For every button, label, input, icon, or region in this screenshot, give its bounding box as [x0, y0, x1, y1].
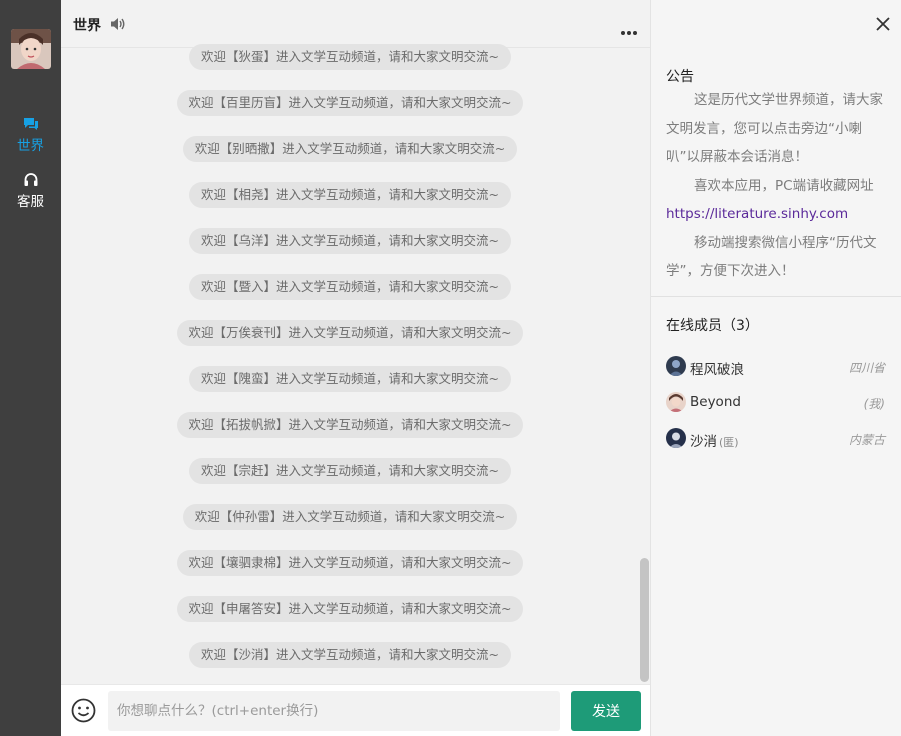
announcement-bookmark-text: 喜欢本应用，PC端请收藏网址 — [694, 177, 874, 194]
system-notice-text: 欢迎【别晒撒】进入文学互动频道，请和大家文明交流~ — [182, 136, 518, 162]
system-notice-text: 欢迎【仲孙雷】进入文学互动频道，请和大家文明交流~ — [182, 504, 518, 530]
speaker-icon[interactable] — [110, 16, 126, 32]
system-notice: 欢迎【仲孙雷】进入文学互动频道，请和大家文明交流~ — [61, 504, 639, 530]
member-avatar — [666, 428, 686, 448]
chat-panel: 世界 欢迎【狄蛋】进入文学互动频道，请和大家文明交流~ 欢迎【百里历盲】进入文学互… — [61, 0, 650, 736]
announcement-text: 这是历代文学世界频道，请大家文明发言，您可以点击旁边“小喇叭”以屏蔽本会话消息！ — [666, 92, 883, 165]
system-notice-text: 欢迎【百里历盲】进入文学互动频道，请和大家文明交流~ — [176, 90, 524, 116]
member-item[interactable]: Beyond (我) — [666, 391, 885, 413]
member-avatar — [666, 392, 686, 412]
user-avatar[interactable] — [11, 29, 51, 69]
nav-item-customer-service-label: 客服 — [17, 194, 44, 210]
system-notice: 欢迎【暨入】进入文学互动频道，请和大家文明交流~ — [61, 274, 639, 300]
system-notice: 欢迎【申屠答安】进入文学互动频道，请和大家文明交流~ — [61, 596, 639, 622]
system-notice-text: 欢迎【沙消】进入文学互动频道，请和大家文明交流~ — [189, 642, 511, 668]
system-notice: 欢迎【百里历盲】进入文学互动频道，请和大家文明交流~ — [61, 90, 639, 116]
announcement-title: 公告 — [666, 69, 694, 85]
system-notice: 欢迎【隗蛮】进入文学互动频道，请和大家文明交流~ — [61, 366, 639, 392]
member-location: (我) — [863, 397, 885, 411]
site-link[interactable]: https://literature.sinhy.com — [666, 206, 848, 222]
app-window: 世界 客服 世界 欢迎【狄蛋】进入文学互动频道，请和大家文明交流~ 欢迎【百里历… — [0, 0, 901, 736]
member-item[interactable]: 沙消 (匿) 内蒙古 — [666, 427, 885, 450]
system-notice: 欢迎【万俟衰刊】进入文学互动频道，请和大家文明交流~ — [61, 320, 639, 346]
system-notice: 欢迎【别晒撒】进入文学互动频道，请和大家文明交流~ — [61, 136, 639, 162]
system-notice-text: 欢迎【宗赶】进入文学互动频道，请和大家文明交流~ — [189, 458, 511, 484]
member-name: 程风破浪 — [690, 362, 744, 378]
send-button[interactable]: 发送 — [571, 691, 641, 731]
message-input[interactable] — [108, 691, 560, 731]
message-list[interactable]: 欢迎【狄蛋】进入文学互动频道，请和大家文明交流~ 欢迎【百里历盲】进入文学互动频道… — [61, 34, 639, 684]
system-notice: 欢迎【壤驷隶棉】进入文学互动频道，请和大家文明交流~ — [61, 550, 639, 576]
member-name: Beyond — [690, 394, 741, 410]
system-notice: 欢迎【宗赶】进入文学互动频道，请和大家文明交流~ — [61, 458, 639, 484]
system-notice-text: 欢迎【申屠答安】进入文学互动频道，请和大家文明交流~ — [176, 596, 524, 622]
announcement-miniapp-text: 移动端搜索微信小程序“历代文学”，方便下次进入！ — [666, 234, 877, 280]
composer: 发送 — [61, 684, 650, 736]
anonymous-tag: (匿) — [719, 436, 739, 449]
info-side-panel: 公告 这是历代文学世界频道，请大家文明发言，您可以点击旁边“小喇叭”以屏蔽本会话… — [650, 0, 901, 736]
online-members-title: 在线成员（3） — [666, 318, 759, 334]
system-notice: 欢迎【狄蛋】进入文学互动频道，请和大家文明交流~ — [61, 44, 639, 70]
chat-bubble-icon — [23, 116, 39, 132]
member-location: 四川省 — [848, 361, 885, 375]
system-notice-text: 欢迎【暨入】进入文学互动频道，请和大家文明交流~ — [189, 274, 511, 300]
system-notice-text: 欢迎【隗蛮】进入文学互动频道，请和大家文明交流~ — [189, 366, 511, 392]
nav-item-world[interactable]: 世界 — [0, 116, 61, 160]
system-notice-text: 欢迎【狄蛋】进入文学互动频道，请和大家文明交流~ — [189, 44, 511, 70]
system-notice-text: 欢迎【拓拔帆掀】进入文学互动频道，请和大家文明交流~ — [176, 412, 524, 438]
member-item[interactable]: 程风破浪 四川省 — [666, 355, 885, 378]
emoji-icon[interactable] — [71, 698, 96, 723]
more-options-icon[interactable] — [620, 21, 638, 35]
member-location: 内蒙古 — [848, 433, 885, 447]
headset-icon — [23, 172, 39, 188]
nav-item-customer-service[interactable]: 客服 — [0, 172, 61, 216]
system-notice: 欢迎【相尧】进入文学互动频道，请和大家文明交流~ — [61, 182, 639, 208]
system-notice: 欢迎【拓拔帆掀】进入文学互动频道，请和大家文明交流~ — [61, 412, 639, 438]
system-notice-text: 欢迎【乌洋】进入文学互动频道，请和大家文明交流~ — [189, 228, 511, 254]
member-avatar — [666, 356, 686, 376]
system-notice-text: 欢迎【相尧】进入文学互动频道，请和大家文明交流~ — [189, 182, 511, 208]
system-notice-text: 欢迎【壤驷隶棉】进入文学互动频道，请和大家文明交流~ — [176, 550, 524, 576]
message-scrollbar[interactable] — [639, 48, 649, 684]
member-name: 沙消 (匿) — [690, 430, 739, 450]
left-nav-rail: 世界 客服 — [0, 0, 61, 736]
chat-title: 世界 — [73, 18, 101, 34]
scrollbar-thumb[interactable] — [640, 558, 649, 682]
system-notice-text: 欢迎【万俟衰刊】进入文学互动频道，请和大家文明交流~ — [176, 320, 524, 346]
divider — [651, 296, 901, 297]
system-notice: 欢迎【乌洋】进入文学互动频道，请和大家文明交流~ — [61, 228, 639, 254]
system-notice: 欢迎【沙消】进入文学互动频道，请和大家文明交流~ — [61, 642, 639, 668]
nav-item-world-label: 世界 — [17, 138, 44, 154]
announcement-body: 这是历代文学世界频道，请大家文明发言，您可以点击旁边“小喇叭”以屏蔽本会话消息！… — [666, 86, 884, 286]
close-icon[interactable] — [875, 16, 891, 32]
member-name-text: 沙消 — [690, 434, 717, 450]
